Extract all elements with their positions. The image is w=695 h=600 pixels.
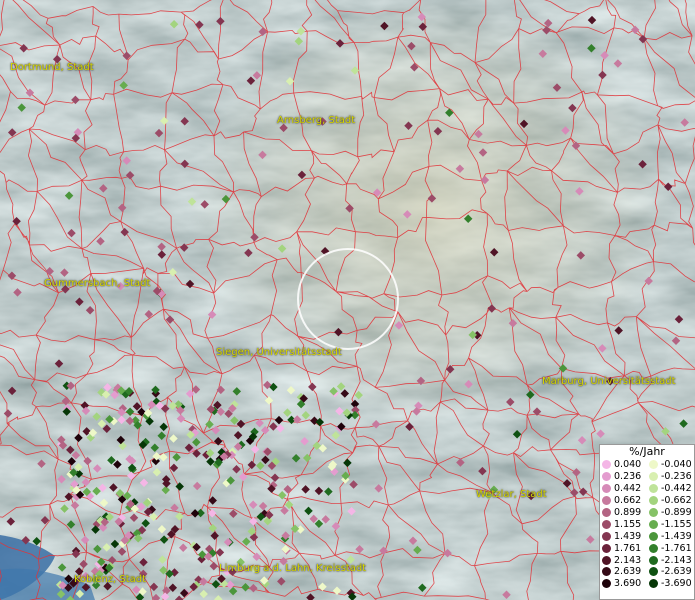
legend-entry-positive: 1.439 xyxy=(600,531,647,542)
legend: %/Jahr 0.040 -0.040 0.236 -0.236 0.442 -0.442… xyxy=(599,444,695,600)
legend-entry-positive: 0.040 xyxy=(600,459,647,470)
legend-swatch xyxy=(649,496,658,506)
legend-swatch xyxy=(602,496,611,506)
legend-swatch xyxy=(602,543,611,553)
legend-value: -3.690 xyxy=(661,578,692,590)
legend-entry-negative: -1.761 xyxy=(647,543,694,554)
legend-swatch xyxy=(602,472,611,482)
map-canvas[interactable] xyxy=(0,0,695,600)
legend-swatch xyxy=(649,555,658,565)
legend-swatch xyxy=(602,519,611,529)
city-label-marburg: Marburg, Universitätsstadt xyxy=(542,376,676,387)
legend-entry-positive: 0.662 xyxy=(600,495,647,506)
legend-entry-negative: -3.690 xyxy=(647,578,694,589)
legend-row: 2.143 -2.143 xyxy=(600,554,694,566)
legend-swatch xyxy=(602,555,611,565)
legend-value: 0.442 xyxy=(614,483,642,495)
legend-entry-positive: 2.143 xyxy=(600,555,647,566)
legend-value: 2.143 xyxy=(614,554,642,566)
legend-value: -0.236 xyxy=(661,471,692,483)
legend-entry-positive: 1.761 xyxy=(600,543,647,554)
legend-swatch xyxy=(602,567,611,577)
legend-entry-negative: -0.442 xyxy=(647,483,694,494)
legend-swatch xyxy=(602,531,611,541)
legend-value: 2.639 xyxy=(614,566,642,578)
legend-value: -2.639 xyxy=(661,566,692,578)
city-label-limburg: Limburg a.d. Lahn, Kreisstadt xyxy=(219,563,367,574)
legend-value: -1.439 xyxy=(661,530,692,542)
city-label-siegen: Siegen, Universitätsstadt xyxy=(216,347,342,358)
legend-entry-positive: 3.690 xyxy=(600,578,647,589)
legend-swatch xyxy=(649,531,658,541)
legend-entry-negative: -0.662 xyxy=(647,495,694,506)
legend-entry-negative: -2.639 xyxy=(647,566,694,577)
legend-value: 1.439 xyxy=(614,530,642,542)
legend-swatch xyxy=(649,543,658,553)
legend-swatch xyxy=(649,460,658,470)
legend-swatch xyxy=(649,484,658,494)
legend-entry-negative: -0.899 xyxy=(647,507,694,518)
legend-value: -0.442 xyxy=(661,483,692,495)
legend-row: 0.236 -0.236 xyxy=(600,471,694,483)
legend-swatch xyxy=(602,579,611,589)
legend-rows: 0.040 -0.040 0.236 -0.236 0.442 -0.442 0.662 -0… xyxy=(600,459,694,590)
legend-swatch xyxy=(602,508,611,517)
legend-row: 1.155 -1.155 xyxy=(600,518,694,530)
legend-value: 1.155 xyxy=(614,518,642,530)
legend-entry-negative: -2.143 xyxy=(647,555,694,566)
legend-swatch xyxy=(649,579,658,589)
legend-row: 0.040 -0.040 xyxy=(600,459,694,471)
legend-title: %/Jahr xyxy=(629,445,665,458)
legend-value: 0.236 xyxy=(614,471,642,483)
legend-value: 0.040 xyxy=(614,459,642,471)
legend-value: -2.143 xyxy=(661,554,692,566)
legend-row: 3.690 -3.690 xyxy=(600,578,694,590)
legend-value: -1.761 xyxy=(661,542,692,554)
legend-row: 0.662 -0.662 xyxy=(600,495,694,507)
legend-row: 1.439 -1.439 xyxy=(600,530,694,542)
legend-swatch xyxy=(649,472,658,482)
legend-swatch xyxy=(602,484,611,494)
legend-row: 2.639 -2.639 xyxy=(600,566,694,578)
legend-entry-positive: 2.639 xyxy=(600,566,647,577)
legend-swatch xyxy=(602,460,611,470)
legend-value: 1.761 xyxy=(614,542,642,554)
legend-swatch xyxy=(649,519,658,529)
city-label-gummersbach: Gummersbach, Stadt xyxy=(44,278,151,289)
legend-entry-negative: -0.236 xyxy=(647,471,694,482)
legend-entry-positive: 1.155 xyxy=(600,519,647,530)
legend-entry-positive: 0.236 xyxy=(600,471,647,482)
legend-row: 0.442 -0.442 xyxy=(600,483,694,495)
legend-entry-negative: -1.155 xyxy=(647,519,694,530)
legend-value: -1.155 xyxy=(661,518,692,530)
city-label-arnsberg: Arnsberg, Stadt xyxy=(277,115,356,126)
legend-entry-negative: -1.439 xyxy=(647,531,694,542)
legend-row: 0.899 -0.899 xyxy=(600,507,694,519)
city-label-wetzlar: Wetzlar, Stadt xyxy=(476,489,547,500)
legend-row: 1.761 -1.761 xyxy=(600,542,694,554)
legend-swatch xyxy=(649,567,658,577)
legend-value: 0.662 xyxy=(614,495,642,507)
legend-entry-negative: -0.040 xyxy=(647,459,694,470)
legend-swatch xyxy=(649,508,658,517)
city-label-dortmund: Dortmund, Stadt xyxy=(10,62,94,73)
legend-entry-positive: 0.899 xyxy=(600,507,647,518)
legend-entry-positive: 0.442 xyxy=(600,483,647,494)
legend-value: -0.662 xyxy=(661,495,692,507)
legend-value: -0.899 xyxy=(661,507,692,518)
legend-value: 3.690 xyxy=(614,578,642,590)
legend-value: 0.899 xyxy=(614,507,642,518)
legend-value: -0.040 xyxy=(661,459,692,471)
city-label-koblenz: Koblenz, Stadt xyxy=(74,574,147,585)
